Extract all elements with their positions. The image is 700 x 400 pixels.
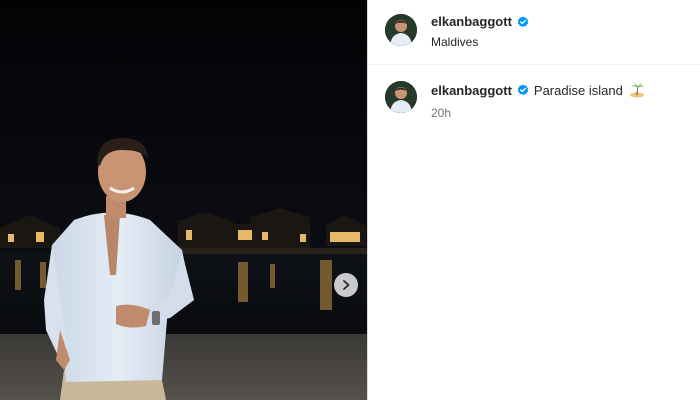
caption-row: elkanbaggott Paradise island [431, 82, 645, 98]
desert-island-icon [629, 82, 645, 98]
avatar[interactable] [385, 81, 417, 113]
location-link[interactable]: Maldives [431, 35, 478, 49]
photo-image [0, 0, 367, 400]
username-link[interactable]: elkanbaggott [431, 14, 512, 29]
post-timestamp[interactable]: 20h [431, 106, 451, 120]
avatar[interactable] [385, 14, 417, 46]
avatar-image [385, 81, 417, 113]
avatar-image [385, 14, 417, 46]
header-username-row: elkanbaggott [431, 14, 529, 29]
post-photo[interactable] [0, 0, 367, 400]
post-header: elkanbaggott Maldives [368, 0, 700, 65]
post-info-panel: elkanbaggott Maldives elkanbaggott Parad… [367, 0, 700, 400]
caption-text: Paradise island [533, 82, 623, 98]
verified-badge-icon [517, 16, 529, 28]
verified-badge-icon [517, 84, 529, 96]
chevron-right-icon [343, 280, 350, 290]
next-photo-button[interactable] [334, 273, 358, 297]
username-link[interactable]: elkanbaggott [431, 83, 512, 98]
